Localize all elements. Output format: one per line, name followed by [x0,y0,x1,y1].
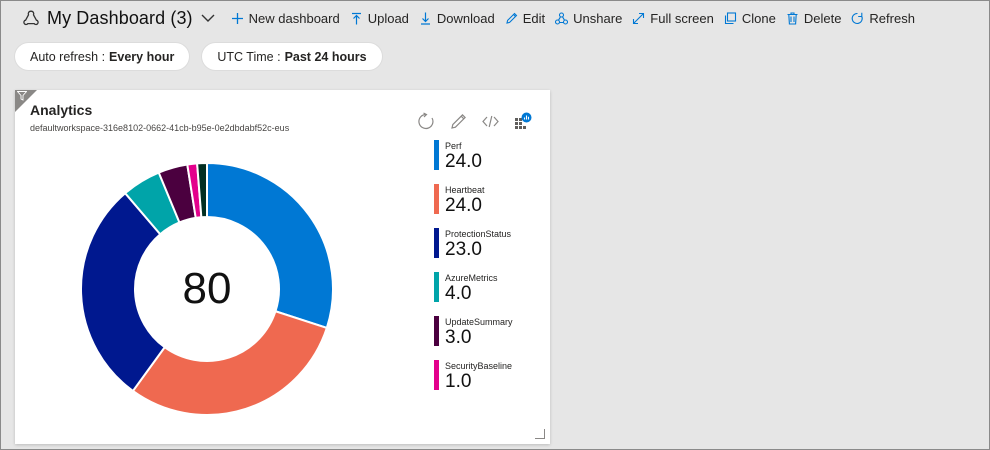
legend-item-updatesummary[interactable]: UpdateSummary 3.0 [434,315,544,359]
dashboard-title: My Dashboard (3) [47,7,193,28]
auto-refresh-pill[interactable]: Auto refresh : Every hour [15,43,190,70]
upload-label: Upload [367,10,409,26]
code-icon [482,115,499,128]
analytics-tile[interactable]: Analytics defaultworkspace-316e8102-0662… [15,90,550,444]
refresh-button[interactable]: Refresh [846,1,920,35]
legend-item-securitybaseline[interactable]: SecurityBaseline 1.0 [434,359,544,403]
delete-label: Delete [803,10,842,26]
legend-label: Perf [445,141,462,151]
unshare-label: Unshare [573,10,623,26]
pencil-icon [506,12,518,24]
tile-pin-chart-button[interactable] [513,112,532,131]
auto-refresh-value: Every hour [109,49,175,64]
legend-value: 3.0 [445,327,472,348]
refresh-label: Refresh [869,10,915,26]
upload-icon [351,12,361,24]
time-range-value: Past 24 hours [284,49,367,64]
legend-item-azuremetrics[interactable]: AzureMetrics 4.0 [434,271,544,315]
legend-swatch [434,184,439,214]
time-range-label: UTC Time : [217,49,281,64]
full-screen-label: Full screen [650,10,714,26]
pencil-icon [451,114,466,129]
toolbar-actions: New dashboard Upload Download Edit Unsha… [226,1,920,35]
legend-swatch [434,316,439,346]
legend-value: 4.0 [445,283,472,304]
edit-label: Edit [522,10,546,26]
chart-legend: Perf 24.0 Heartbeat 24.0 ProtectionStatus 23.… [434,139,544,403]
full-screen-button[interactable]: Full screen [627,1,719,35]
clone-icon [724,11,736,24]
legend-swatch [434,360,439,390]
filter-icon [17,91,27,101]
chart-badge-icon [515,112,532,129]
clone-label: Clone [741,10,776,26]
upload-button[interactable]: Upload [345,1,414,35]
legend-item-perf[interactable]: Perf 24.0 [434,139,544,183]
legend-value: 24.0 [445,151,482,172]
dashboard-icon [23,10,39,26]
tile-code-button[interactable] [481,112,500,131]
clone-button[interactable]: Clone [719,1,781,35]
plus-icon [231,12,243,24]
new-dashboard-button[interactable]: New dashboard [226,1,345,35]
new-dashboard-label: New dashboard [248,10,340,26]
tile-edit-button[interactable] [449,112,468,131]
legend-label: AzureMetrics [445,273,498,283]
legend-label: SecurityBaseline [445,361,513,371]
refresh-icon [418,112,434,130]
dashboard-title-selector[interactable]: My Dashboard (3) [1,1,226,35]
unshare-button[interactable]: Unshare [550,1,627,35]
legend-item-protectionstatus[interactable]: ProtectionStatus 23.0 [434,227,544,271]
chevron-down-icon [201,14,215,22]
download-button[interactable]: Download [414,1,500,35]
tile-title: Analytics [30,102,93,118]
legend-label: ProtectionStatus [445,229,512,239]
delete-button[interactable]: Delete [781,1,847,35]
legend-value: 24.0 [445,195,482,216]
tile-subtitle: defaultworkspace-316e8102-0662-41cb-b95e… [30,123,290,133]
download-icon [420,12,430,25]
auto-refresh-label: Auto refresh : [30,49,106,64]
filter-pills: Auto refresh : Every hour UTC Time : Pas… [15,43,382,70]
tile-actions [417,112,532,131]
legend-item-heartbeat[interactable]: Heartbeat 24.0 [434,183,544,227]
tile-refresh-button[interactable] [417,112,436,131]
fullscreen-icon [633,12,645,24]
unshare-icon [555,11,569,25]
legend-value: 1.0 [445,371,472,392]
trash-icon [787,11,798,25]
legend-label: Heartbeat [445,185,485,195]
legend-swatch [434,272,439,302]
legend-swatch [434,140,439,170]
legend-label: UpdateSummary [445,317,513,327]
legend-swatch [434,228,439,258]
edit-button[interactable]: Edit [500,1,550,35]
download-label: Download [436,10,495,26]
resize-handle-icon[interactable] [535,429,545,439]
refresh-icon [852,12,864,24]
dashboard-toolbar: My Dashboard (3) New dashboard Upload Do… [1,1,989,35]
donut-center-total: 80 [182,264,232,313]
time-range-pill[interactable]: UTC Time : Past 24 hours [202,43,382,70]
legend-value: 23.0 [445,239,482,260]
donut-slice-heartbeat[interactable] [131,309,329,416]
